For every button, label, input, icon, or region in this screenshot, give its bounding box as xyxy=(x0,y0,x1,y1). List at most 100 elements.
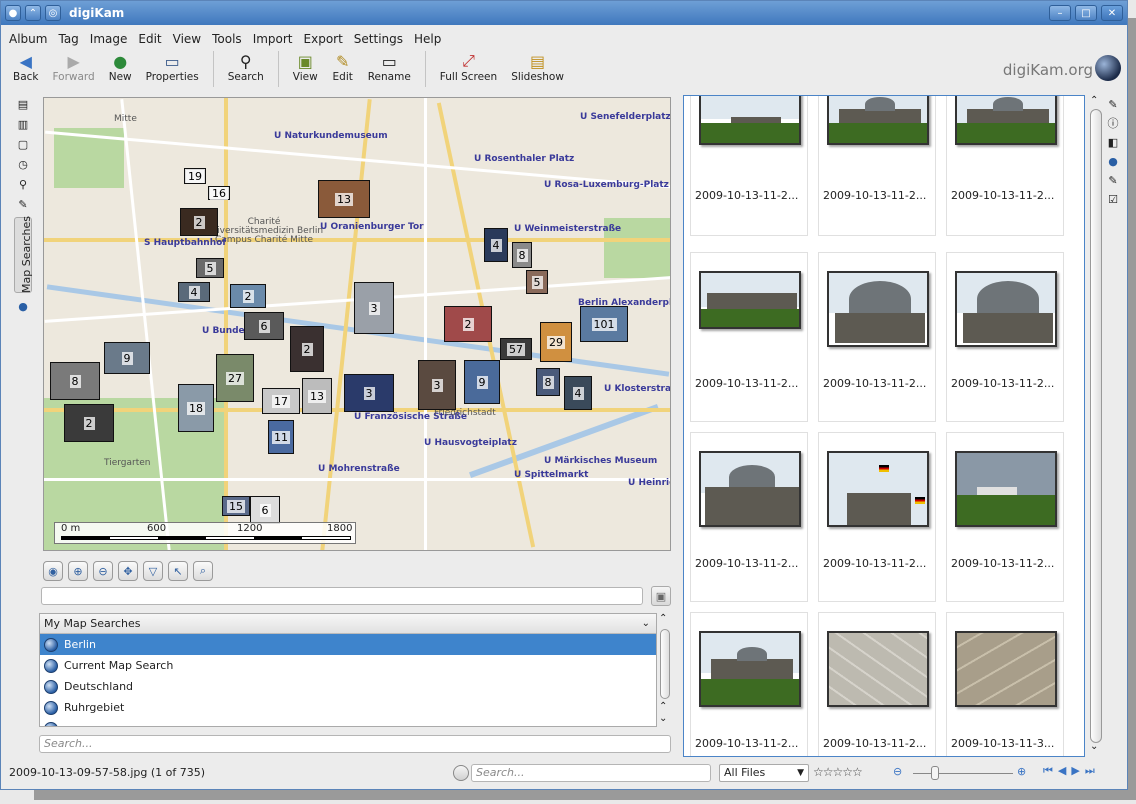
tab-map-searches[interactable]: Map Searches xyxy=(14,216,33,293)
zoom-out-icon[interactable]: ⊖ xyxy=(893,765,902,778)
keep-above-icon[interactable]: ⌃ xyxy=(25,5,41,21)
map-marker[interactable]: 9 xyxy=(464,360,500,404)
map-marker[interactable]: 11 xyxy=(268,420,294,454)
thumbnail-scrollbar[interactable]: ⌃ ⌄ xyxy=(1089,95,1103,755)
thumbnail-item[interactable]: 2009-10-13-11-2... xyxy=(946,252,1064,422)
fuzzy-search-icon[interactable]: ✎ xyxy=(16,197,30,211)
list-item-ruhrgebiet[interactable]: Ruhrgebiet xyxy=(40,697,656,718)
list-item-berlin[interactable]: Berlin xyxy=(40,634,656,655)
rating-filter[interactable]: ☆☆☆☆☆ xyxy=(813,765,863,779)
thumbnail-item[interactable]: 2009-10-13-11-2... xyxy=(690,96,808,236)
map-marker[interactable]: 3 xyxy=(344,374,394,412)
list-header[interactable]: My Map Searches ⌄ xyxy=(40,614,656,634)
map-marker[interactable]: 15 xyxy=(222,496,250,516)
map-marker[interactable]: 2 xyxy=(444,306,492,342)
map-marker[interactable]: 9 xyxy=(104,342,150,374)
map-marker[interactable]: 2 xyxy=(290,326,324,372)
calendar-icon[interactable]: ▥ xyxy=(16,117,30,131)
properties-tab-icon[interactable]: ✎ xyxy=(1106,97,1120,111)
map-marker[interactable]: 27 xyxy=(216,354,254,402)
thumbnail-item[interactable]: 2009-10-13-11-2... xyxy=(690,612,808,756)
filter-icon[interactable]: ▽ xyxy=(143,561,163,581)
next-image-icon[interactable]: ▶ xyxy=(1071,764,1079,778)
map-marker[interactable]: 18 xyxy=(178,384,214,432)
thumbnail-item[interactable]: 2009-10-13-11-2... xyxy=(690,432,808,602)
menu-export[interactable]: Export xyxy=(304,32,343,46)
scroll-up-icon[interactable]: ⌃ xyxy=(659,701,667,712)
thumbnail-item[interactable]: 2009-10-13-11-2... xyxy=(818,96,936,236)
map-marker[interactable]: 4 xyxy=(564,376,592,410)
thumbnail-item[interactable]: 2009-10-13-11-2... xyxy=(690,252,808,422)
thumbnail-item[interactable]: 2009-10-13-11-2... xyxy=(946,96,1064,236)
map-marker[interactable]: 5 xyxy=(196,258,224,278)
scrollbar-thumb[interactable] xyxy=(1090,109,1102,743)
new-album-button[interactable]: ● New xyxy=(109,51,132,84)
edit-button[interactable]: ✎ Edit xyxy=(332,51,354,84)
captions-tab-icon[interactable]: ✎ xyxy=(1106,173,1120,187)
map-marker[interactable]: 16 xyxy=(208,186,230,200)
map-marker[interactable]: 2 xyxy=(230,284,266,308)
zoom-out-icon[interactable]: ⊖ xyxy=(93,561,113,581)
map-marker[interactable]: 4 xyxy=(484,228,508,262)
map-marker[interactable]: 6 xyxy=(250,496,280,524)
map-type-globe-icon[interactable]: ◉ xyxy=(43,561,63,581)
thumbnail-item[interactable]: 2009-10-13-11-3... xyxy=(946,612,1064,756)
menu-view[interactable]: View xyxy=(173,32,201,46)
chevron-down-icon[interactable]: ⌄ xyxy=(642,618,650,629)
slideshow-button[interactable]: ▤ Slideshow xyxy=(511,51,564,84)
search-name-input[interactable] xyxy=(41,587,643,605)
people-globe-icon[interactable]: ● xyxy=(16,299,30,313)
map-marker[interactable]: 29 xyxy=(540,322,572,362)
back-button[interactable]: ◀ Back xyxy=(13,51,39,84)
file-filter-select[interactable]: All Files ▼ xyxy=(719,764,809,782)
rename-button[interactable]: ▭ Rename xyxy=(368,51,411,84)
zoom-slider-handle[interactable] xyxy=(931,766,939,780)
timeline-icon[interactable]: ◷ xyxy=(16,157,30,171)
map-marker[interactable]: 3 xyxy=(418,360,456,410)
map-marker[interactable]: 13 xyxy=(302,378,332,414)
map-marker[interactable]: 2 xyxy=(180,208,218,236)
zoom-selection-icon[interactable]: ⌕ xyxy=(193,561,213,581)
list-item-partial[interactable] xyxy=(40,718,656,726)
menu-album[interactable]: Album xyxy=(9,32,47,46)
zoom-in-icon[interactable]: ⊕ xyxy=(1017,765,1026,778)
map-marker[interactable]: 2 xyxy=(64,404,114,442)
menu-import[interactable]: Import xyxy=(253,32,293,46)
versions-tab-icon[interactable]: ☑ xyxy=(1106,192,1120,206)
zoom-in-icon[interactable]: ⊕ xyxy=(68,561,88,581)
map-marker[interactable]: 13 xyxy=(318,180,370,218)
properties-button[interactable]: ▭ Properties xyxy=(146,51,199,84)
map-view[interactable]: Mitte U Naturkundemuseum U Senefelderpla… xyxy=(43,97,671,551)
list-item-deutschland[interactable]: Deutschland xyxy=(40,676,656,697)
scroll-down-icon[interactable]: ⌄ xyxy=(1090,741,1098,752)
search-button[interactable]: ⚲ Search xyxy=(228,51,264,84)
map-marker[interactable]: 5 xyxy=(526,270,548,294)
scroll-down-icon[interactable]: ⌄ xyxy=(659,713,667,724)
map-marker[interactable]: 6 xyxy=(244,312,284,340)
list-item-current-map-search[interactable]: Current Map Search xyxy=(40,655,656,676)
search-binoculars-icon[interactable]: ⚲ xyxy=(16,177,30,191)
menu-settings[interactable]: Settings xyxy=(354,32,403,46)
menu-tag[interactable]: Tag xyxy=(58,32,78,46)
close-button[interactable]: ✕ xyxy=(1101,5,1123,21)
thumbnail-item[interactable]: 2009-10-13-11-2... xyxy=(818,432,936,602)
geolocation-tab-icon[interactable]: ● xyxy=(1106,154,1120,168)
map-marker[interactable]: 57 xyxy=(500,338,532,360)
map-marker[interactable]: 8 xyxy=(536,368,560,396)
thumbnail-item[interactable]: 2009-10-13-11-2... xyxy=(818,252,936,422)
view-button[interactable]: ▣ View xyxy=(293,51,318,84)
scroll-up-icon[interactable]: ⌃ xyxy=(659,613,667,624)
map-marker[interactable]: 3 xyxy=(354,282,394,334)
map-marker[interactable]: 101 xyxy=(580,306,628,342)
metadata-tab-icon[interactable]: ⓘ xyxy=(1106,116,1120,130)
map-marker[interactable]: 8 xyxy=(512,242,532,268)
save-search-button[interactable]: ▣ xyxy=(651,586,671,606)
menu-tools[interactable]: Tools xyxy=(212,32,242,46)
tags-icon[interactable]: ▢ xyxy=(16,137,30,151)
map-marker[interactable]: 4 xyxy=(178,282,210,302)
full-screen-button[interactable]: ⤢ Full Screen xyxy=(440,51,497,83)
window-menu-icon[interactable]: ● xyxy=(5,5,21,21)
forward-button[interactable]: ▶ Forward xyxy=(53,51,95,84)
zoom-slider[interactable]: ⊖ ⊕ xyxy=(893,765,1033,781)
thumbnail-item[interactable]: 2009-10-13-11-2... xyxy=(946,432,1064,602)
